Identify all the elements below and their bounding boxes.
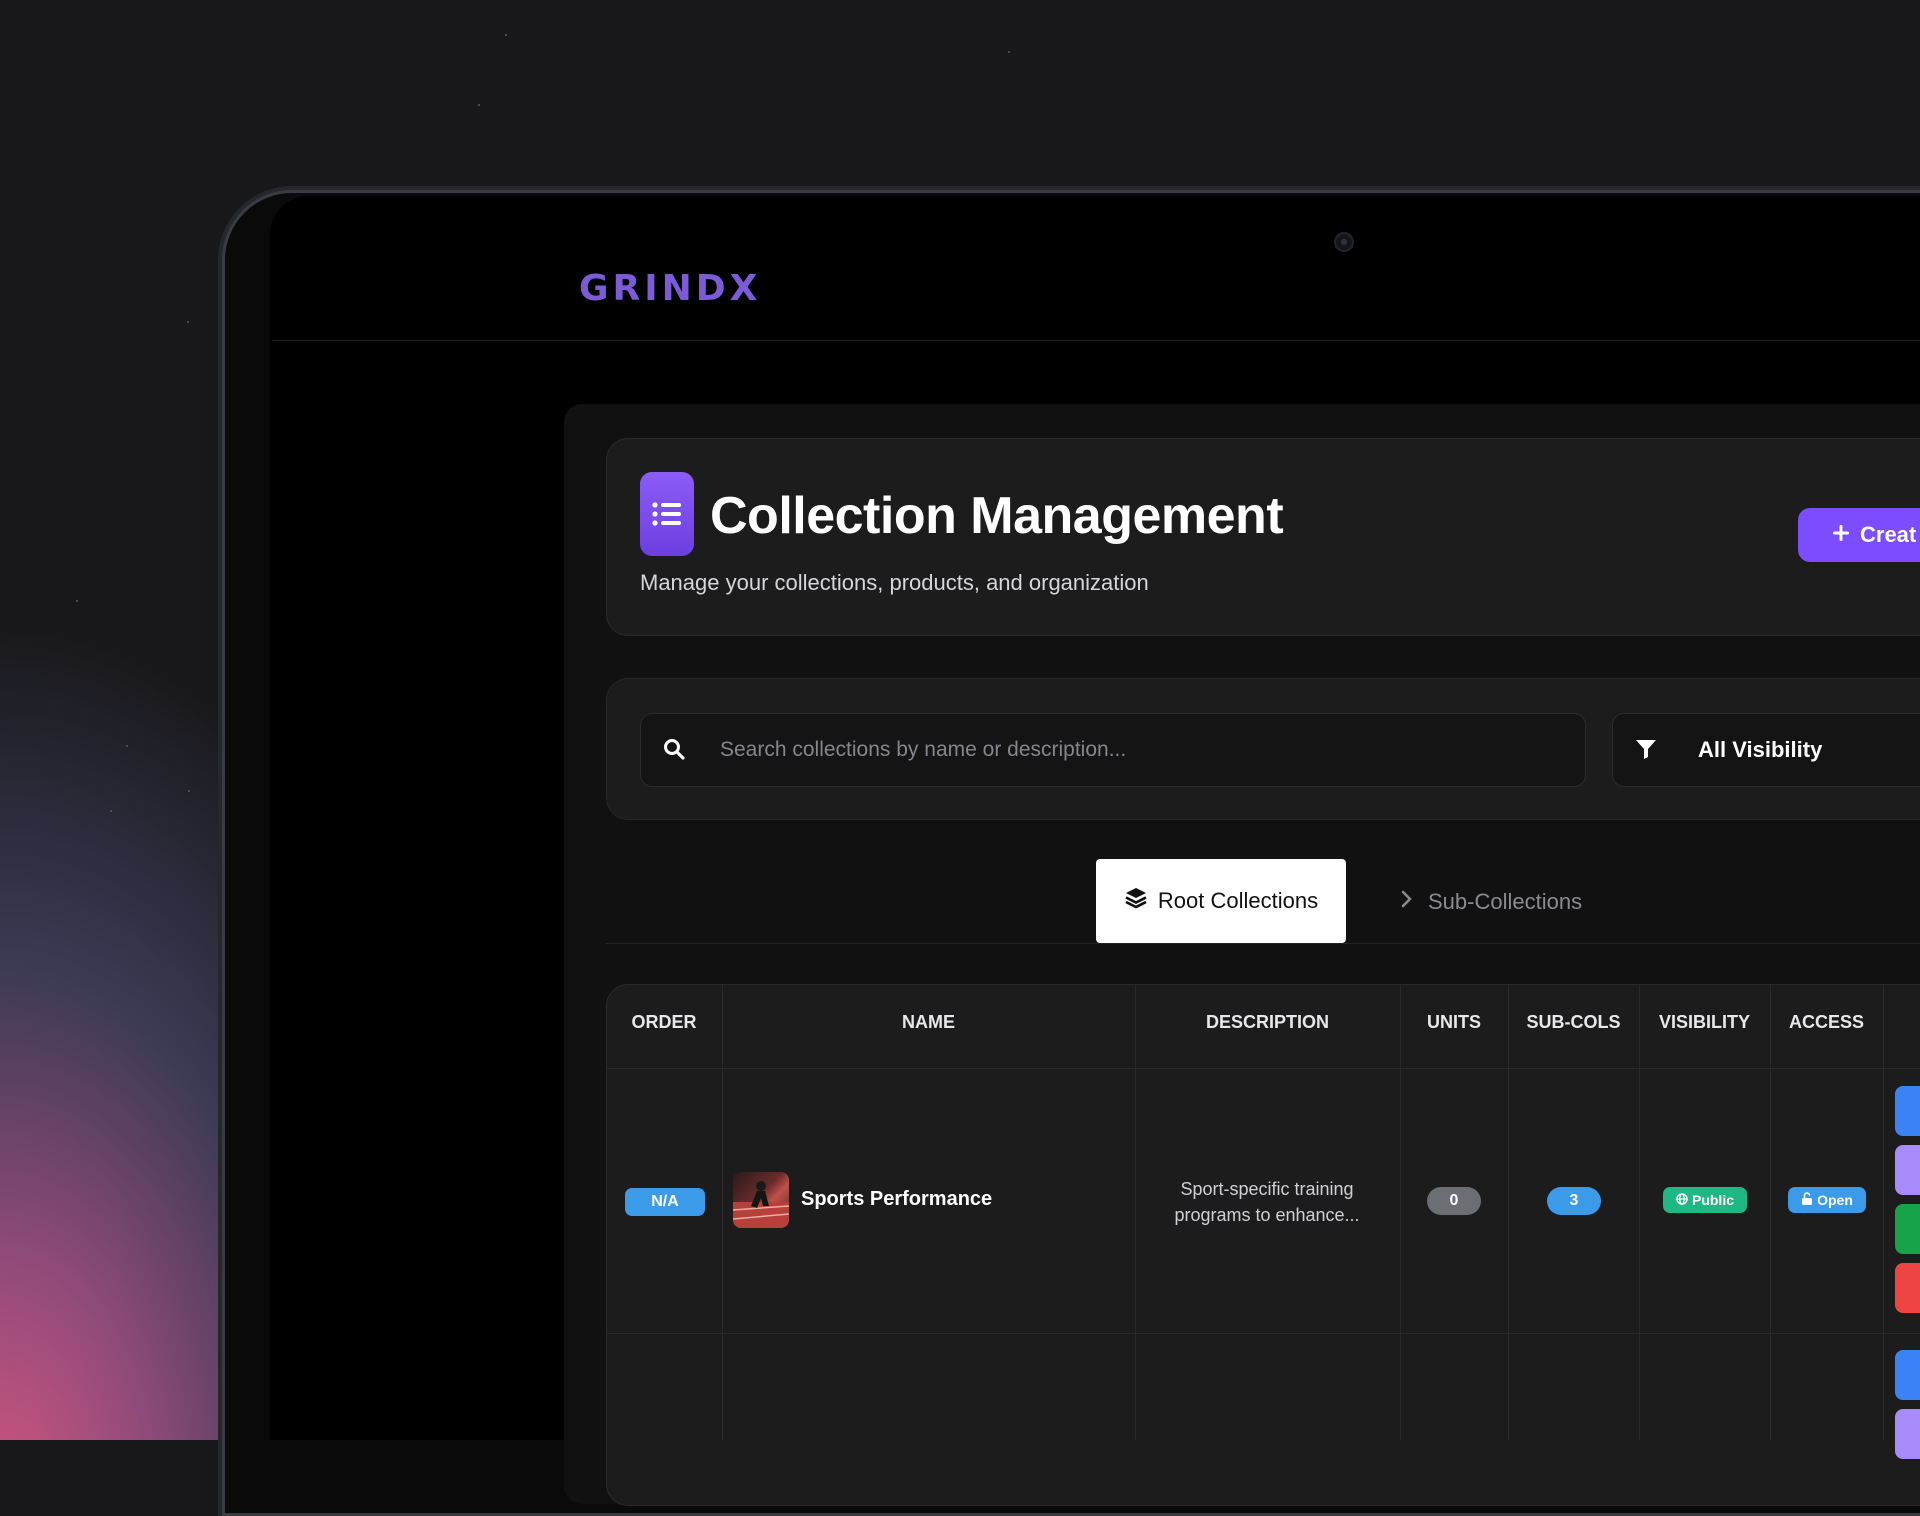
sub-cols-badge: 3 [1547,1187,1601,1215]
column-divider [1508,985,1509,1440]
tab-root-collections[interactable]: Root Collections [1096,859,1346,943]
tab-sub-collections-label: Sub-Collections [1428,889,1583,914]
search-input[interactable] [718,722,1562,778]
table-row-divider [607,1333,1920,1334]
navbar-divider [272,340,1920,341]
order-badge: N/A [625,1188,705,1216]
column-divider [1770,985,1771,1440]
list-icon [640,472,694,556]
column-header-access[interactable]: ACCESS [1770,1012,1883,1033]
chevron-right-icon [1400,889,1414,915]
collection-thumbnail[interactable] [733,1172,789,1228]
layers-icon [1124,886,1148,916]
tabs-divider [606,943,1920,944]
column-divider [722,985,723,1440]
column-header-visibility[interactable]: VISIBILITY [1639,1012,1770,1033]
column-divider [1135,985,1136,1440]
tab-root-collections-label: Root Collections [1157,888,1319,913]
plus-icon [1832,522,1850,548]
page-subtitle: Manage your collections, products, and o… [640,570,1149,595]
collection-name[interactable]: Sports Performance [801,1188,992,1211]
edit-button[interactable] [1895,1409,1920,1459]
column-divider [1639,985,1640,1440]
column-header-sub-cols[interactable]: SUB-COLS [1508,1012,1639,1033]
column-header-units[interactable]: UNITS [1400,1012,1508,1033]
background-star [187,321,189,323]
brand-logo[interactable]: GRINDX [579,268,761,309]
access-badge: Open [1788,1187,1866,1213]
column-header-description[interactable]: DESCRIPTION [1135,1012,1400,1033]
search-icon [662,737,686,766]
background-star [505,34,507,36]
view-button[interactable] [1895,1350,1920,1400]
background-star [110,810,112,812]
visibility-badge: Public [1663,1187,1747,1213]
access-badge-label: Open [1817,1192,1853,1208]
webcam [1334,232,1354,252]
globe-icon [1676,1192,1688,1208]
background-star [126,745,128,747]
unlock-icon [1801,1192,1813,1208]
column-divider [1883,985,1884,1440]
background-star [76,600,78,602]
units-badge: 0 [1427,1187,1481,1215]
view-button[interactable] [1895,1086,1920,1136]
collection-description: Sport-specific training programs to enha… [1174,1179,1360,1225]
tab-sub-collections[interactable]: Sub-Collections [1400,880,1582,924]
background-star [1008,51,1010,53]
visibility-filter-value: All Visibility [1698,737,1823,762]
table-header-divider [607,1068,1920,1069]
filter-icon [1634,737,1658,766]
column-divider [1400,985,1401,1440]
page-title: Collection Management [710,487,1284,545]
add-button[interactable] [1895,1204,1920,1254]
background-star [188,790,190,792]
create-button-label: Creat [1860,522,1917,547]
background-star [478,104,480,106]
column-header-order[interactable]: ORDER [606,1012,722,1033]
collections-table [606,984,1920,1506]
delete-button[interactable] [1895,1263,1920,1313]
edit-button[interactable] [1895,1145,1920,1195]
column-header-name[interactable]: NAME [722,1012,1135,1033]
visibility-badge-label: Public [1691,1192,1734,1208]
create-collection-button[interactable]: Creat [1798,508,1920,562]
